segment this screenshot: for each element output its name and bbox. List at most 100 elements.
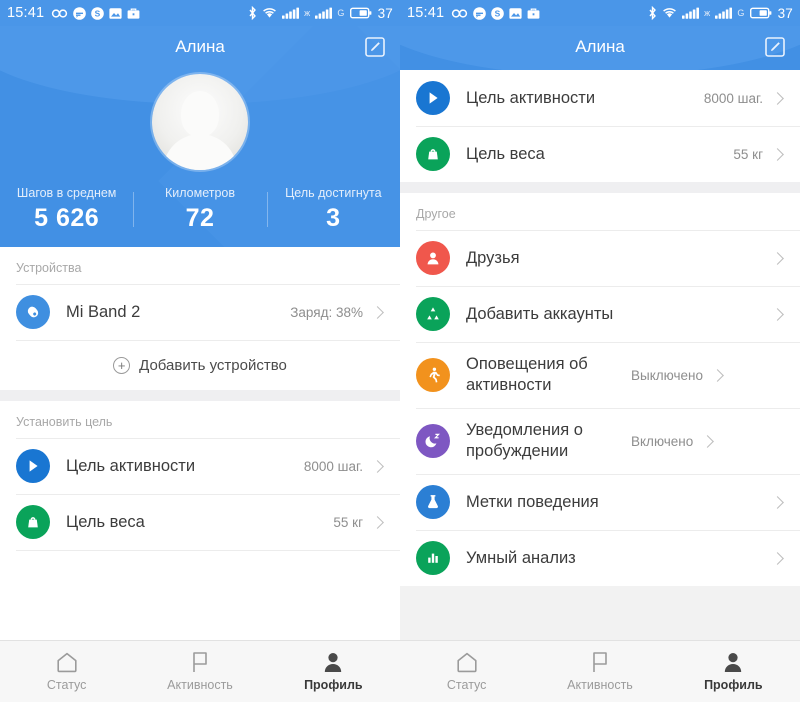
avatar-body <box>163 134 237 170</box>
profile-header: Алина Шагов в среднем 5 626 Километров 7… <box>0 26 400 247</box>
briefcase-icon <box>527 7 540 19</box>
photo-icon <box>109 7 122 19</box>
list-item-label: Цель веса <box>466 144 545 163</box>
edit-icon[interactable] <box>364 36 386 58</box>
stat-label: Цель достигнута <box>285 186 382 200</box>
profile-header: Алина <box>400 26 800 70</box>
status-bar-clock: 15:41 <box>7 5 45 21</box>
messenger-icon <box>73 6 87 20</box>
tab-label: Статус <box>446 678 487 692</box>
tab-profile[interactable]: Профиль <box>667 651 800 692</box>
add-device-button[interactable]: + Добавить устройство <box>0 340 400 390</box>
right-screen: 15:41 S ж G 37 Алина Цель активности 800… <box>400 0 800 702</box>
stat-goal-reached: Цель достигнута 3 <box>266 186 400 233</box>
list-item-smart-analysis[interactable]: Умный анализ <box>400 530 800 586</box>
weight-goal-icon <box>416 137 450 171</box>
list-item-friends[interactable]: Друзья <box>400 230 800 286</box>
messenger-icon <box>473 6 487 20</box>
person-icon <box>325 653 342 672</box>
devices-section-title: Устройства <box>0 247 400 284</box>
briefcase-icon <box>127 7 140 19</box>
friends-icon <box>416 241 450 275</box>
list-item-value: 55 кг <box>733 146 763 162</box>
wifi-icon <box>663 8 677 18</box>
list-item-value: Включено <box>631 433 694 449</box>
list-item-wake-notifications[interactable]: Уведомления о пробуждении Включено <box>400 408 800 474</box>
bottom-tab-bar: Статус Активность Профиль <box>0 640 400 702</box>
avatar-container[interactable] <box>0 68 400 182</box>
chevron-right-icon <box>371 459 384 473</box>
list-item-label: Mi Band 2 <box>66 302 141 321</box>
tab-activity[interactable]: Активность <box>533 651 666 692</box>
tab-label: Активность <box>567 678 633 692</box>
list-item-value: 55 кг <box>333 514 363 530</box>
status-bar: 15:41 S ж G 37 <box>400 0 800 26</box>
chevron-right-icon <box>771 91 784 105</box>
signal-1-icon <box>682 7 700 19</box>
page-title: Алина <box>575 37 625 56</box>
list-item-value: 8000 шаг. <box>703 90 763 106</box>
stat-value: 3 <box>326 204 341 232</box>
avatar-head <box>181 91 219 137</box>
tab-status[interactable]: Статус <box>0 651 133 692</box>
other-section-title: Другое <box>400 193 800 230</box>
list-item-activity-alerts[interactable]: Оповещения об активности Выключено <box>400 342 800 408</box>
chevron-right-icon <box>771 307 784 321</box>
list-item-label: Друзья <box>466 248 520 267</box>
chevron-right-icon <box>771 495 784 509</box>
skype-icon: S <box>491 6 505 20</box>
svg-text:S: S <box>95 8 101 18</box>
list-item-value: Заряд: 38% <box>290 304 363 320</box>
status-bar-clock: 15:41 <box>407 5 445 21</box>
chevron-right-icon <box>371 515 384 529</box>
activity-goal-icon <box>416 81 450 115</box>
list-item-add-accounts[interactable]: Добавить аккаунты <box>400 286 800 342</box>
edit-icon[interactable] <box>764 36 786 58</box>
list-item-mi-band[interactable]: Mi Band 2 Заряд: 38% <box>0 284 400 340</box>
list-item-weight-goal[interactable]: Цель веса 55 кг <box>400 126 800 182</box>
tab-status[interactable]: Статус <box>400 651 533 692</box>
page-title: Алина <box>175 37 225 56</box>
tab-profile[interactable]: Профиль <box>267 651 400 692</box>
chevron-right-icon <box>771 251 784 265</box>
list-item-label: Цель активности <box>66 456 196 475</box>
stats-row: Шагов в среднем 5 626 Километров 72 Цель… <box>0 182 400 247</box>
flag-icon <box>193 652 207 672</box>
smart-analysis-icon <box>416 541 450 575</box>
stat-value: 5 626 <box>34 204 100 232</box>
chevron-right-icon <box>371 305 384 319</box>
activity-alerts-icon <box>416 358 450 392</box>
list-item-activity-goal[interactable]: Цель активности 8000 шаг. <box>400 70 800 126</box>
list-item-weight-goal[interactable]: Цель веса 55 кг <box>0 494 400 550</box>
person-icon <box>725 653 742 672</box>
tab-activity[interactable]: Активность <box>133 651 266 692</box>
chevron-right-icon <box>701 434 715 448</box>
list-item-value: 8000 шаг. <box>303 458 363 474</box>
status-bar-notification-icons: S <box>51 6 248 20</box>
stat-steps-average: Шагов в среднем 5 626 <box>0 186 133 233</box>
add-accounts-icon <box>416 297 450 331</box>
header-title-bar: Алина <box>0 26 400 68</box>
wake-notifications-icon <box>416 424 450 458</box>
home-icon <box>457 652 477 673</box>
list-item-activity-goal[interactable]: Цель активности 8000 шаг. <box>0 438 400 494</box>
roaming-icon: ж <box>704 8 711 18</box>
list-item-label: Метки поведения <box>466 492 599 511</box>
signal-2-icon <box>315 7 333 19</box>
list-item-behavior-tags[interactable]: Метки поведения <box>400 474 800 530</box>
status-bar-system-icons: ж G 37 <box>248 6 393 21</box>
list-item-label: Уведомления о пробуждении <box>466 421 583 460</box>
tab-label: Профиль <box>304 678 363 692</box>
status-bar-notification-icons: S <box>451 6 648 20</box>
list-item-label: Добавить аккаунты <box>466 304 614 323</box>
other-section: Другое Друзья Добавить аккаунты Оповещен… <box>400 193 800 586</box>
bottom-tab-bar: Статус Активность Профиль <box>400 640 800 702</box>
mi-band-icon <box>16 295 50 329</box>
g-network-icon: G <box>337 8 345 18</box>
header-title-bar: Алина <box>400 26 800 68</box>
list-item-label: Оповещения об активности <box>466 355 588 394</box>
battery-percentage: 37 <box>377 5 393 21</box>
chevron-right-icon <box>771 147 784 161</box>
goals-section-title: Установить цель <box>0 401 400 438</box>
avatar[interactable] <box>152 74 248 170</box>
